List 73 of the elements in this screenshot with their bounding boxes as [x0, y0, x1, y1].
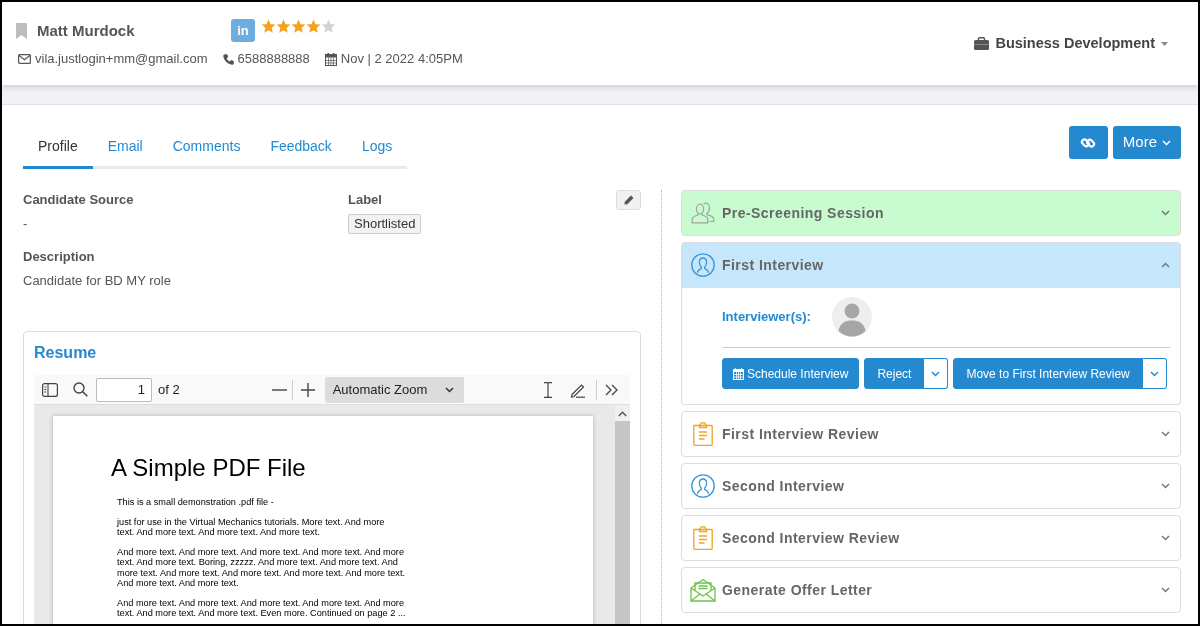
tab[interactable]: Comments — [157, 126, 256, 169]
field-value: - — [23, 216, 29, 232]
field-label: Description — [23, 249, 96, 265]
star-icon — [261, 19, 276, 34]
page-count: of 2 — [158, 380, 180, 399]
field-label: Candidate Source — [23, 192, 135, 208]
interviewers-label: Interviewer(s): — [722, 308, 812, 327]
briefcase-icon — [974, 37, 990, 50]
sidebar-toggle-icon[interactable] — [42, 382, 58, 397]
zoom-select[interactable]: Automatic Zoom — [324, 376, 464, 403]
caret-down-icon — [1161, 41, 1168, 46]
search-icon[interactable] — [73, 382, 88, 397]
page-number-input[interactable]: 1 — [96, 377, 152, 402]
stage-header[interactable]: Second Interview Review — [681, 515, 1181, 561]
chevron-down-icon — [1162, 139, 1171, 146]
dropdown-toggle-button[interactable] — [1142, 358, 1167, 389]
chevron-down-icon — [444, 386, 454, 393]
stage-header[interactable]: Pre-Screening Session — [681, 190, 1181, 236]
pdf-heading: A Simple PDF File — [111, 454, 307, 482]
user-circle-icon — [691, 474, 715, 498]
envelope-letter-icon — [690, 578, 716, 602]
user-circle-icon — [691, 253, 715, 277]
zoom-in-icon[interactable] — [300, 382, 315, 397]
schedule-button[interactable]: Schedule Interview — [722, 358, 860, 389]
tab[interactable]: Feedback — [255, 126, 347, 169]
chevron-down-icon — [931, 370, 941, 377]
edit-button[interactable] — [616, 190, 641, 210]
tab[interactable]: Profile — [23, 126, 93, 169]
dropdown-toggle-button[interactable] — [924, 358, 949, 389]
tab[interactable]: Logs — [346, 126, 408, 169]
zoom-out-icon[interactable] — [271, 388, 287, 391]
avatar-icon — [832, 297, 872, 337]
field-label: Label — [348, 192, 382, 208]
clipboard-icon — [693, 422, 713, 446]
stage-header[interactable]: First Interview — [681, 242, 1181, 288]
pdf-paragraph: And more text. And more text. And more text. And more text. And more text. And more text. Boring, zzzzz. And more text. And more text. And more text. And more text. And more text. And more text. And more text. And more text. And more text. — [117, 546, 406, 589]
label-tag: Shortlisted — [348, 214, 422, 234]
stage-header[interactable]: Second Interview — [681, 463, 1181, 509]
pen-icon[interactable] — [570, 381, 586, 398]
resume-title: Resume — [34, 343, 98, 363]
more-button[interactable]: More — [1112, 126, 1181, 159]
action-button[interactable]: Reject — [864, 358, 925, 389]
star-icon — [276, 19, 291, 34]
pdf-paragraph: just for use in the Virtual Mechanics tutorials. More text. And more text. And more text. And more text. And more text. — [117, 516, 386, 538]
chevron-down-icon — [1149, 370, 1159, 377]
stage-header[interactable]: Generate Offer Letter — [681, 567, 1181, 613]
people-icon — [691, 202, 715, 224]
phone-text: 6588888888 — [237, 50, 310, 68]
pencil-icon — [623, 195, 634, 205]
double-chevron-icon[interactable] — [605, 383, 619, 396]
phone-icon — [222, 53, 234, 65]
clipboard-icon — [693, 526, 713, 550]
field-value: Candidate for BD MY role — [23, 273, 172, 289]
star-icon — [291, 19, 306, 34]
calendar-icon — [733, 367, 744, 380]
pdf-paragraph: And more text. And more text. And more text. And more text. And more text. And more text. And more text. Even more. Continued on page 2 ... — [117, 597, 407, 619]
scroll-up-icon[interactable] — [618, 411, 627, 417]
stage-header[interactable]: First Interview Review — [681, 411, 1181, 457]
department-dropdown[interactable]: Business Development — [974, 32, 1168, 55]
star-icon — [321, 19, 336, 34]
bookmark-icon — [16, 22, 27, 39]
text-cursor-icon[interactable] — [543, 381, 553, 398]
star-icon — [306, 19, 321, 34]
tab[interactable]: Email — [92, 126, 158, 169]
calendar-icon — [324, 52, 337, 66]
date-text: Nov | 2 2022 4:05PM — [340, 50, 463, 68]
candidate-name: Matt Murdock — [37, 20, 136, 41]
link-button[interactable] — [1068, 126, 1108, 159]
envelope-icon — [18, 54, 31, 64]
action-button[interactable]: Move to First Interview Review — [953, 358, 1143, 389]
pdf-paragraph: This is a small demonstration .pdf file - — [117, 497, 275, 508]
profile-link-button[interactable]: in — [231, 19, 255, 42]
email-text: vila.justlogin+mm@gmail.com — [35, 50, 208, 68]
